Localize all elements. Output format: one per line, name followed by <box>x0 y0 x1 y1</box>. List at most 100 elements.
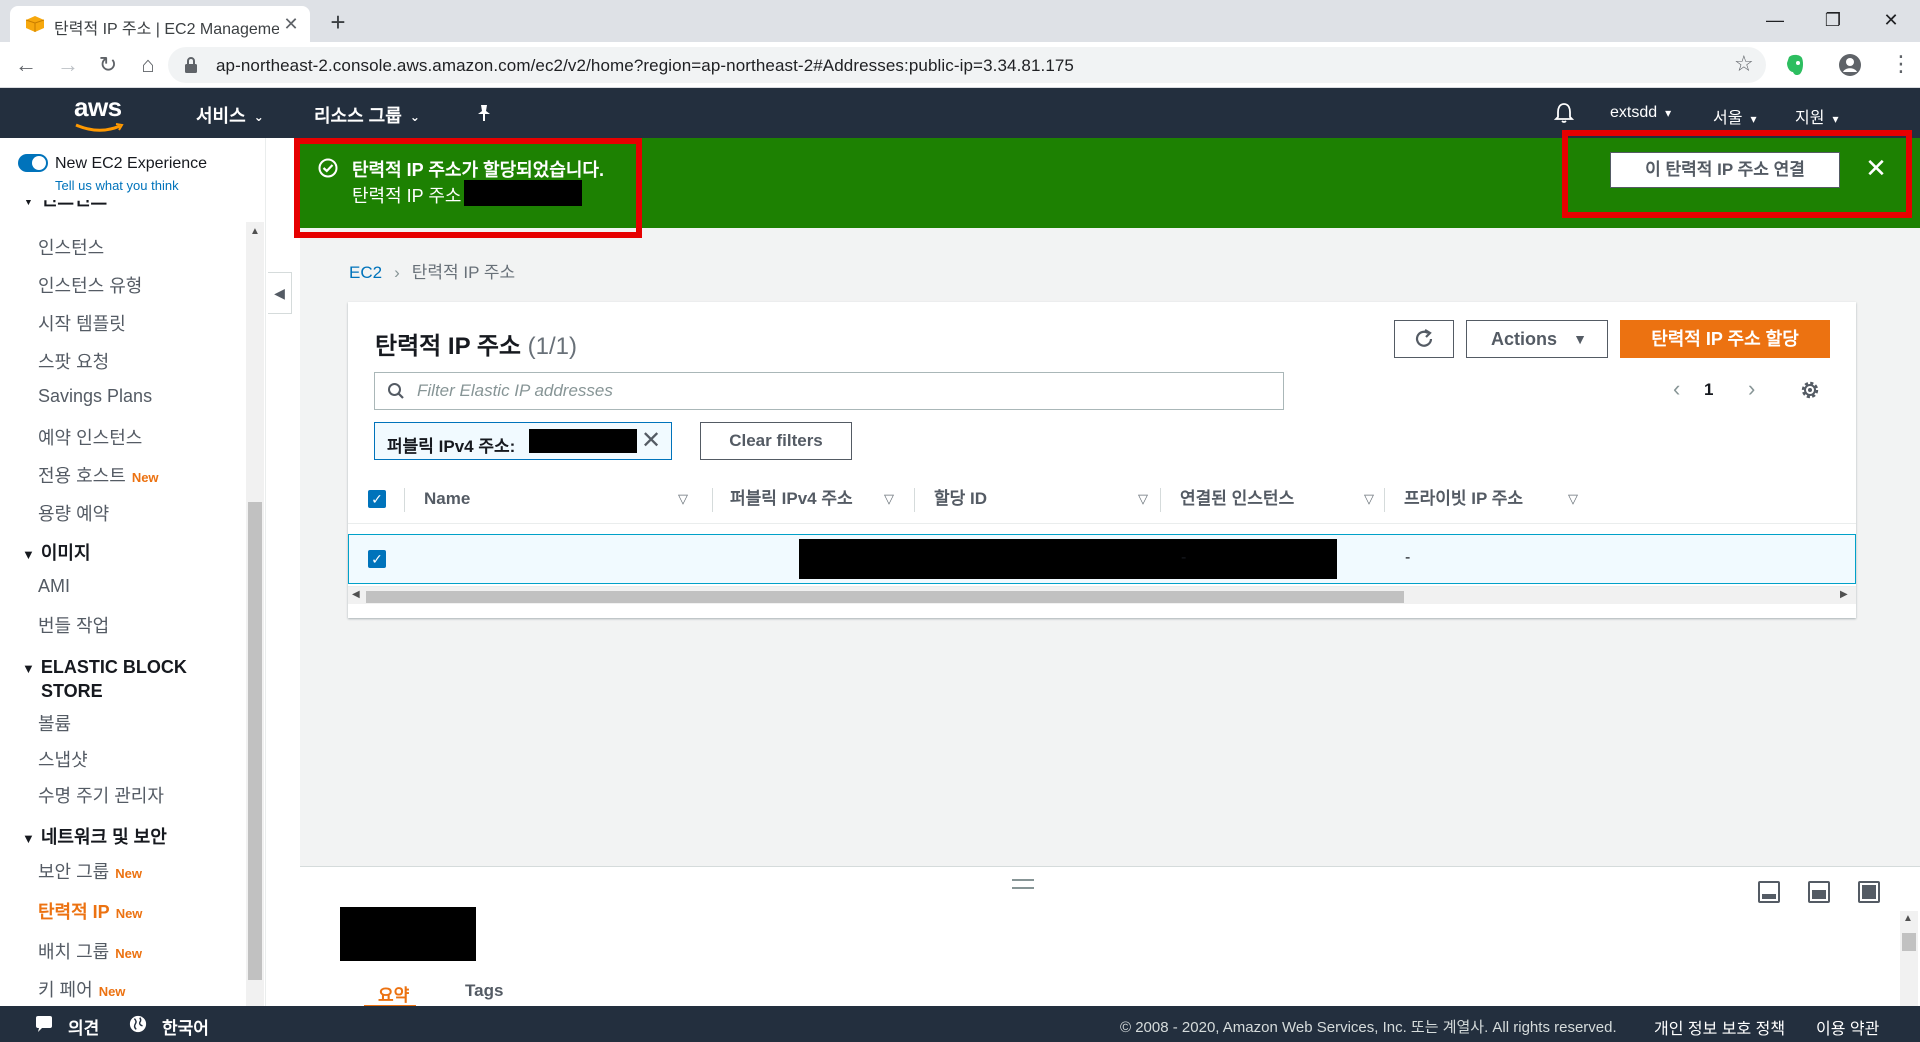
sidebar-item-launch-templates[interactable]: 시작 템플릿 <box>38 310 126 336</box>
column-divider <box>404 488 405 512</box>
notification-bell-icon[interactable] <box>1554 102 1574 124</box>
sidebar-item-reserved-instances[interactable]: 예약 인스턴스 <box>38 424 142 450</box>
new-tab-button[interactable]: + <box>322 6 354 38</box>
tab-summary[interactable]: 요약 <box>378 981 409 1006</box>
next-page-icon[interactable]: › <box>1748 376 1755 402</box>
scroll-left-arrow-icon[interactable]: ◀ <box>352 589 360 600</box>
browser-tab[interactable]: 탄력적 IP 주소 | EC2 Management Console ✕ <box>10 6 310 42</box>
column-header-private-ip[interactable]: 프라이빗 IP 주소 ▽ <box>1404 474 1584 524</box>
sidebar-item-security-groups[interactable]: 보안 그룹 New <box>38 858 142 884</box>
pin-icon[interactable] <box>476 104 492 122</box>
table-horizontal-scrollbar[interactable]: ◀ ▶ <box>348 586 1856 604</box>
actions-dropdown-button[interactable]: Actions ▼ <box>1466 320 1608 358</box>
redacted-ip-value <box>529 429 637 453</box>
annotation-highlight-box <box>1562 130 1912 218</box>
refresh-button[interactable] <box>1394 320 1454 358</box>
privacy-policy-link[interactable]: 개인 정보 보호 정책 <box>1654 1015 1785 1039</box>
sidebar-item-volumes[interactable]: 볼륨 <box>38 710 71 736</box>
gear-icon[interactable] <box>1798 378 1822 402</box>
home-icon[interactable]: ⌂ <box>132 49 164 81</box>
resource-groups-menu[interactable]: 리소스 그룹 ⌄ <box>314 102 420 128</box>
scroll-right-arrow-icon[interactable]: ▶ <box>1840 589 1848 600</box>
support-menu[interactable]: 지원 ▾ <box>1795 104 1838 128</box>
select-all-checkbox[interactable]: ✓ <box>368 490 386 508</box>
sidebar-item-capacity-reservations[interactable]: 용량 예약 <box>38 500 109 526</box>
new-badge: New <box>131 470 159 485</box>
scrollbar-thumb[interactable] <box>366 591 1404 603</box>
clear-filters-button[interactable]: Clear filters <box>700 422 852 460</box>
sidebar-item-savings-plans[interactable]: Savings Plans <box>38 386 152 407</box>
split-full-icon[interactable] <box>1858 881 1880 903</box>
allocate-elastic-ip-button[interactable]: 탄력적 IP 주소 할당 <box>1620 320 1830 358</box>
browser-menu-icon[interactable]: ⋮ <box>1890 51 1912 77</box>
caret-down-icon: ▾ <box>1750 111 1757 126</box>
sidebar-scrollbar[interactable]: ▲ <box>246 222 264 1006</box>
page-number[interactable]: 1 <box>1704 380 1713 400</box>
region-menu[interactable]: 서울 ▾ <box>1713 104 1756 128</box>
language-selector[interactable]: 한국어 <box>162 1014 209 1039</box>
sidebar-item-snapshots[interactable]: 스냅샷 <box>38 746 88 772</box>
sidebar-section-images[interactable]: ▼ 이미지 <box>22 542 91 566</box>
sidebar-item-spot-requests[interactable]: 스팟 요청 <box>38 348 109 374</box>
aws-logo[interactable]: aws <box>74 94 130 132</box>
cell-private-ip: - <box>1405 549 1411 566</box>
remove-filter-icon[interactable]: ✕ <box>641 427 661 455</box>
sidebar-item-dedicated-hosts[interactable]: 전용 호스트 New <box>38 462 159 488</box>
profile-avatar-icon[interactable] <box>1838 53 1862 77</box>
sidebar-item-elastic-ips[interactable]: 탄력적 IP New <box>38 898 142 924</box>
collapse-sidebar-button[interactable]: ◀ <box>268 272 292 314</box>
row-checkbox[interactable]: ✓ <box>368 550 386 568</box>
sidebar-section-ebs[interactable]: ▼ ELASTIC BLOCK STORE <box>22 656 187 702</box>
scroll-up-arrow-icon[interactable]: ▲ <box>1903 913 1913 924</box>
previous-page-icon[interactable]: ‹ <box>1673 376 1680 402</box>
sidebar-item-lifecycle-manager[interactable]: 수명 주기 관리자 <box>38 782 164 808</box>
scroll-up-arrow-icon[interactable]: ▲ <box>248 226 262 240</box>
column-header-public-ip[interactable]: 퍼블릭 IPv4 주소 ▽ <box>730 474 900 524</box>
bookmark-star-icon[interactable]: ☆ <box>1734 51 1754 77</box>
new-badge: New <box>98 984 126 999</box>
reload-icon[interactable]: ↻ <box>92 49 124 81</box>
section-label: ELASTIC BLOCK <box>40 657 187 677</box>
column-header-name[interactable]: Name ▽ <box>424 474 694 524</box>
new-badge: New <box>115 866 142 881</box>
breadcrumb-ec2-link[interactable]: EC2 <box>349 263 382 282</box>
new-experience-toggle[interactable] <box>18 154 48 172</box>
filter-search-box[interactable] <box>374 372 1284 410</box>
evernote-extension-icon[interactable] <box>1784 53 1806 77</box>
resize-handle-icon[interactable] <box>1012 879 1034 889</box>
feedback-link[interactable]: 의견 <box>68 1014 99 1039</box>
account-menu[interactable]: extsdd ▾ <box>1610 104 1671 122</box>
sidebar-item-ami[interactable]: AMI <box>38 576 70 597</box>
sidebar-item-key-pairs[interactable]: 키 페어 New <box>38 976 125 1002</box>
details-scrollbar[interactable]: ▲ <box>1900 911 1918 1007</box>
forward-arrow-icon[interactable]: → <box>52 49 84 81</box>
split-bottom-icon[interactable] <box>1758 881 1780 903</box>
column-header-associated-instance[interactable]: 연결된 인스턴스 ▽ <box>1180 474 1380 524</box>
column-header-allocation-id[interactable]: 할당 ID ▽ <box>934 474 1154 524</box>
address-bar[interactable]: ap-northeast-2.console.aws.amazon.com/ec… <box>168 47 1766 83</box>
console-footer: 의견 한국어 © 2008 - 2020, Amazon Web Service… <box>0 1006 1920 1042</box>
terms-of-use-link[interactable]: 이용 약관 <box>1816 1015 1879 1039</box>
main-content: EC2 › 탄력적 IP 주소 탄력적 IP 주소 (1/1) Actions ▼ 탄… <box>300 228 1920 866</box>
tab-close-icon[interactable]: ✕ <box>281 14 301 34</box>
feedback-link[interactable]: Tell us what you think <box>55 178 179 193</box>
sidebar-item-instance-types[interactable]: 인스턴스 유형 <box>38 272 142 298</box>
sidebar-item-instances[interactable]: 인스턴스 <box>38 234 104 260</box>
split-middle-icon[interactable] <box>1808 881 1830 903</box>
scrollbar-thumb[interactable] <box>1902 933 1916 951</box>
scrollbar-thumb[interactable] <box>248 502 262 980</box>
maximize-button[interactable]: ❐ <box>1810 0 1856 40</box>
back-arrow-icon[interactable]: ← <box>10 49 42 81</box>
filter-token: 퍼블릭 IPv4 주소: ✕ <box>374 422 672 460</box>
table-row[interactable]: ✓ - - <box>348 534 1856 584</box>
sidebar-item-bundle-tasks[interactable]: 번들 작업 <box>38 612 109 638</box>
globe-icon <box>129 1015 147 1033</box>
filter-input[interactable] <box>417 375 1277 407</box>
window-close-button[interactable]: ✕ <box>1868 0 1914 40</box>
sidebar-section-instances-cut[interactable]: ▼인스턴스 <box>22 200 107 212</box>
sidebar-section-network-security[interactable]: ▼ 네트워크 및 보안 <box>22 826 167 850</box>
minimize-button[interactable]: — <box>1752 0 1798 40</box>
services-menu[interactable]: 서비스 ⌄ <box>196 102 264 128</box>
sidebar-item-placement-groups[interactable]: 배치 그룹 New <box>38 938 142 964</box>
tab-tags[interactable]: Tags <box>465 981 503 1001</box>
